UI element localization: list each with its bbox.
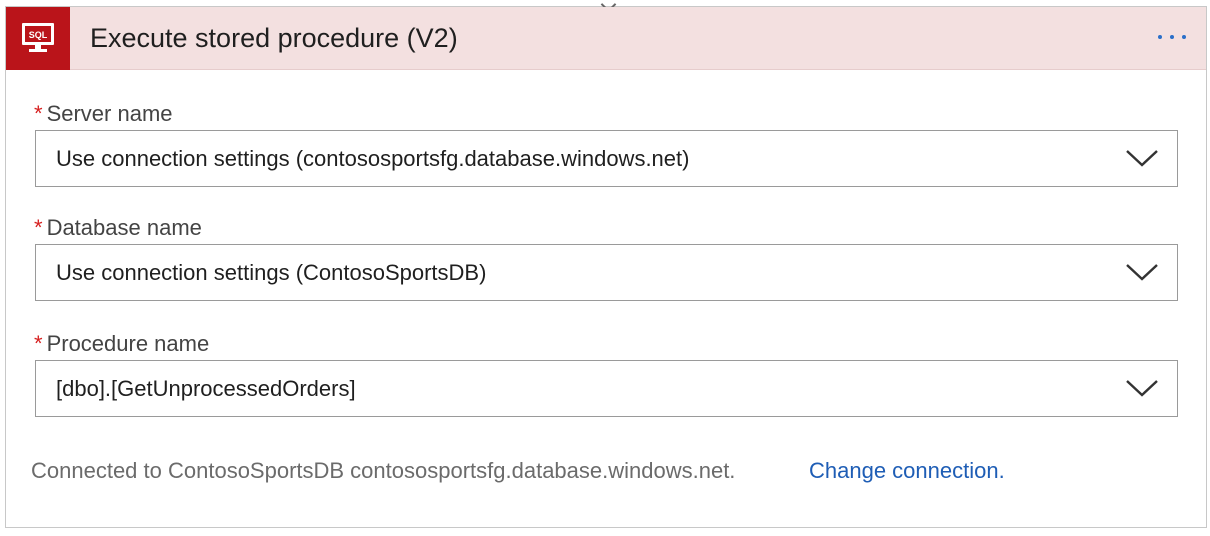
procedure-name-label: * Procedure name [34, 331, 209, 357]
database-name-label: * Database name [34, 215, 202, 241]
action-card: SQL Execute stored procedure (V2) * Serve… [5, 0, 1207, 528]
connection-status-text: Connected to ContosoSportsDB contosospor… [31, 458, 736, 483]
chevron-down-icon [1126, 264, 1158, 281]
action-title: Execute stored procedure (V2) [90, 23, 458, 53]
sql-server-icon: SQL [6, 7, 70, 70]
chevron-down-icon [1126, 380, 1158, 397]
action-header[interactable]: SQL Execute stored procedure (V2) [6, 7, 1206, 70]
ellipsis-dot [1170, 35, 1174, 39]
procedure-name-label-text: Procedure name [46, 331, 210, 356]
ellipsis-dot [1182, 35, 1186, 39]
server-name-value: Use connection settings (contososportsfg… [56, 146, 690, 171]
procedure-name-dropdown[interactable]: [dbo].[GetUnprocessedOrders] [35, 360, 1178, 417]
more-options-button[interactable] [1154, 21, 1190, 53]
database-name-dropdown[interactable]: Use connection settings (ContosoSportsDB… [35, 244, 1178, 301]
server-name-dropdown[interactable]: Use connection settings (contososportsfg… [35, 130, 1178, 187]
database-name-value: Use connection settings (ContosoSportsDB… [56, 260, 487, 285]
procedure-name-value: [dbo].[GetUnprocessedOrders] [56, 376, 356, 401]
svg-text:SQL: SQL [29, 30, 48, 40]
required-marker: * [34, 101, 43, 126]
chevron-down-icon [1126, 150, 1158, 167]
ellipsis-icon [1158, 35, 1162, 39]
database-name-label-text: Database name [46, 215, 202, 240]
required-marker: * [34, 331, 43, 356]
required-marker: * [34, 215, 43, 240]
server-name-label-text: Server name [46, 101, 173, 126]
server-name-label: * Server name [34, 101, 173, 127]
change-connection-link[interactable]: Change connection. [809, 457, 1005, 485]
